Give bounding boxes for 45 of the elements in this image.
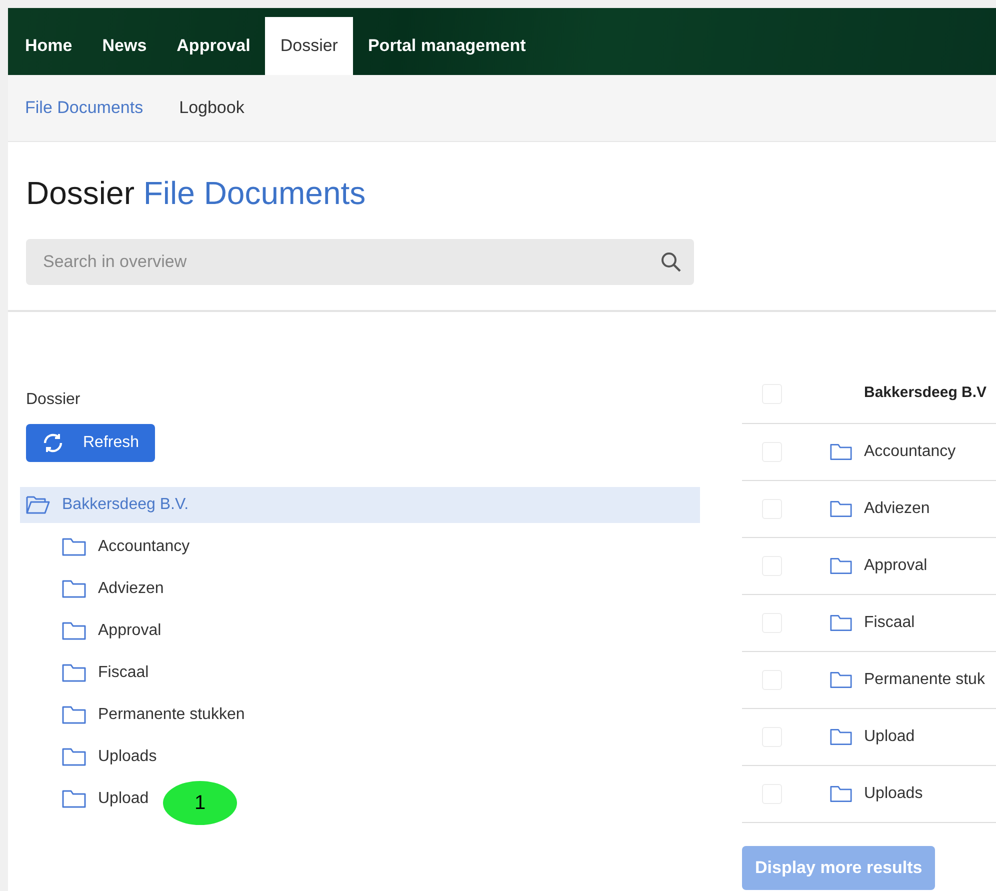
column-header: Bakkersdeeg B.V bbox=[864, 383, 987, 404]
folder-icon bbox=[62, 747, 86, 767]
tree-item[interactable]: Approval bbox=[20, 613, 166, 649]
folder-icon bbox=[62, 621, 86, 641]
tree-item[interactable]: Adviezen bbox=[20, 571, 168, 607]
subnav-tab[interactable]: File Documents bbox=[25, 95, 144, 121]
nav-tab[interactable]: Portal management bbox=[352, 17, 541, 75]
folder-icon bbox=[830, 784, 852, 804]
tree-item[interactable]: Uploads bbox=[20, 739, 161, 775]
nav-tab[interactable]: News bbox=[87, 17, 162, 75]
folder-icon bbox=[62, 705, 86, 725]
panel-label: Dossier bbox=[25, 390, 82, 410]
folder-icon bbox=[62, 789, 86, 809]
folder-icon bbox=[62, 579, 86, 599]
folder-icon bbox=[830, 613, 852, 633]
folder-icon bbox=[830, 670, 852, 690]
tree-item[interactable]: Fiscaal bbox=[20, 655, 153, 691]
table-cell-text: Permanente stuk bbox=[864, 670, 985, 690]
nav-tab[interactable]: Home bbox=[10, 17, 88, 75]
subnav-tab[interactable]: Logbook bbox=[179, 95, 244, 121]
table-cell-text: Uploads bbox=[864, 784, 923, 804]
table-cell-text: Fiscaal bbox=[864, 613, 915, 633]
table-cell-text: Adviezen bbox=[864, 499, 930, 519]
open-folder-icon bbox=[26, 495, 50, 515]
tree-item[interactable]: Upload bbox=[20, 781, 153, 817]
folder-icon bbox=[830, 727, 852, 747]
tree-item[interactable]: Bakkersdeeg B.V. bbox=[20, 487, 700, 523]
table-cell-text: Accountancy bbox=[864, 442, 956, 462]
table-cell-text: Approval bbox=[864, 556, 928, 576]
page-title: Dossier File Documents bbox=[26, 174, 367, 212]
refresh-button[interactable]: Refresh bbox=[26, 424, 155, 462]
search-field[interactable]: Search in overview bbox=[26, 239, 694, 285]
tree-item[interactable]: Accountancy bbox=[20, 529, 194, 565]
search-icon bbox=[660, 251, 682, 273]
count-badge: 1 bbox=[163, 781, 237, 825]
tree-item[interactable]: Permanente stukken bbox=[20, 697, 249, 733]
folder-icon bbox=[62, 537, 86, 557]
refresh-icon bbox=[41, 431, 65, 455]
folder-icon bbox=[62, 663, 86, 683]
nav-tab[interactable]: Dossier bbox=[265, 17, 353, 75]
folder-icon bbox=[830, 499, 852, 519]
folder-icon bbox=[830, 556, 852, 576]
table-cell-text: Upload bbox=[864, 727, 915, 747]
folder-icon bbox=[830, 442, 852, 462]
nav-tab[interactable]: Approval bbox=[162, 17, 266, 75]
